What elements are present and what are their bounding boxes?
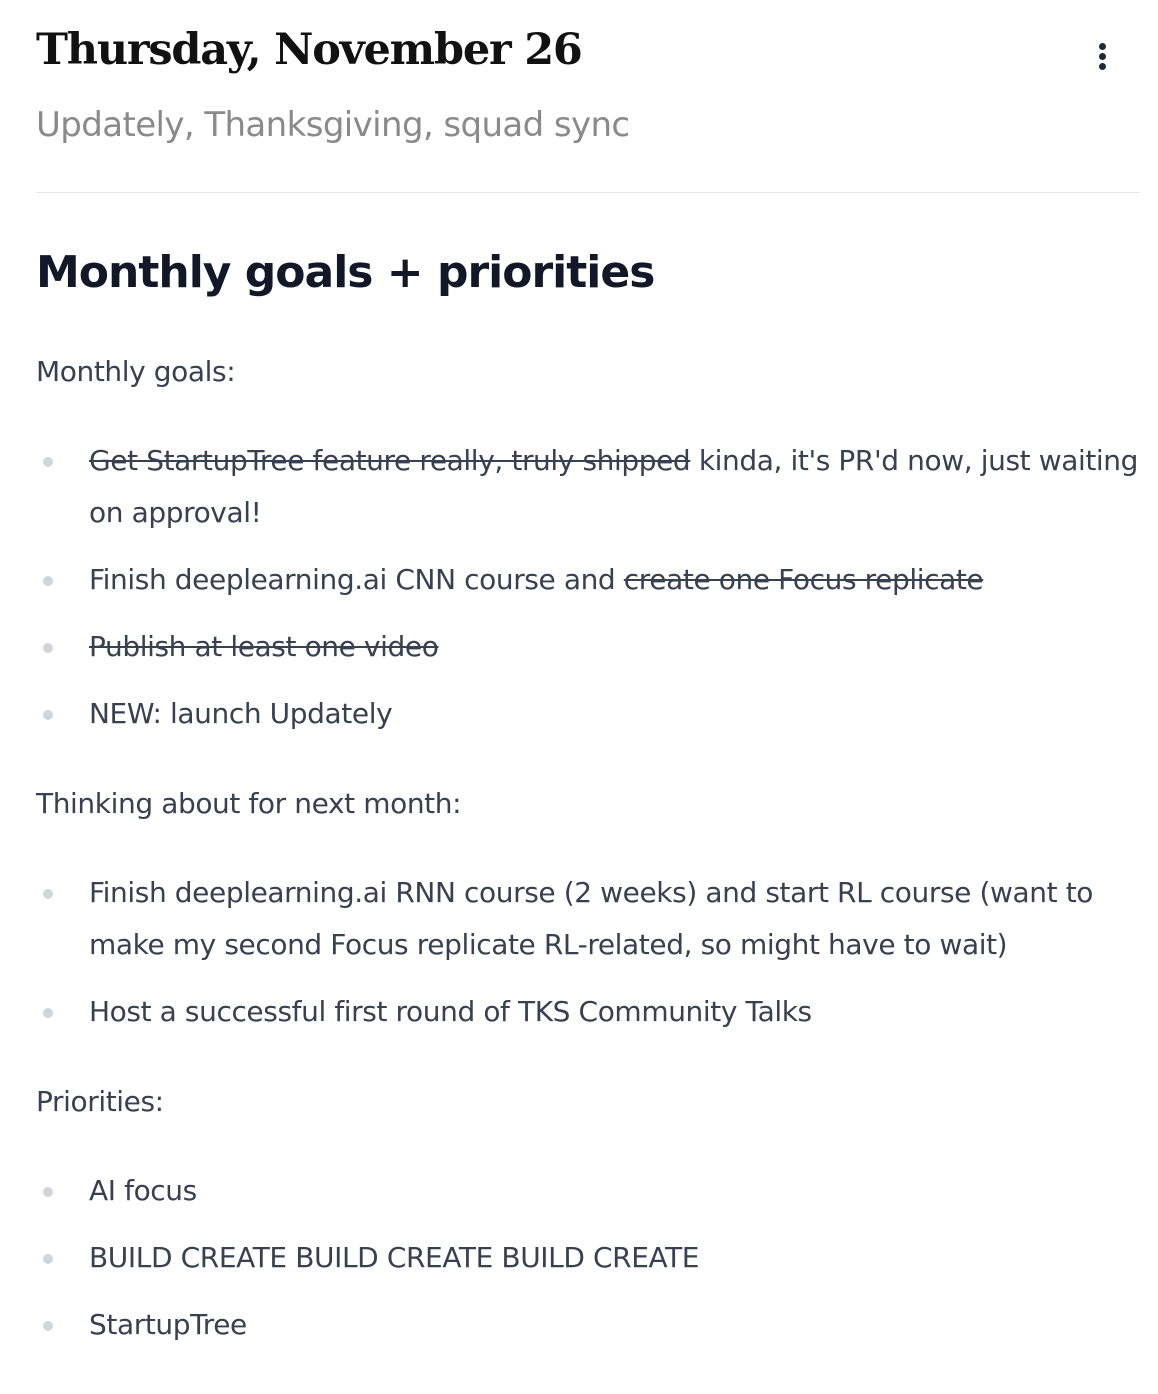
struck-text: Get StartupTree feature really, truly sh… <box>89 444 691 477</box>
list-item: Host a successful first round of TKS Com… <box>36 986 1140 1038</box>
list-item: Get StartupTree feature really, truly sh… <box>36 435 1140 539</box>
item-text: NEW: launch Updately <box>89 697 393 730</box>
update-tags-subtitle: Updately, Thanksgiving, squad sync <box>36 105 630 145</box>
next-month-list: Finish deeplearning.ai RNN course (2 wee… <box>36 867 1140 1053</box>
more-vertical-icon <box>1098 42 1106 50</box>
item-text: AI focus <box>89 1174 197 1207</box>
list-item: NEW: launch Updately <box>36 688 1140 740</box>
update-date-title: Thursday, November 26 <box>36 25 583 75</box>
priorities-label: Priorities: <box>36 1085 164 1118</box>
update-page: Thursday, November 26 Updately, Thanksgi… <box>36 0 1140 1341</box>
item-text: Host a successful first round of TKS Com… <box>89 995 812 1028</box>
struck-text: Publish at least one video <box>89 630 439 663</box>
section-heading: Monthly goals + priorities <box>36 247 655 298</box>
more-vertical-icon-dot-3 <box>1098 62 1106 70</box>
struck-text: create one Focus replicate <box>623 563 984 596</box>
list-item: BUILD CREATE BUILD CREATE BUILD CREATE <box>36 1232 1140 1284</box>
monthly-goals-label: Monthly goals: <box>36 355 236 388</box>
item-text: Finish deeplearning.ai CNN course and <box>89 563 624 596</box>
item-text: StartupTree <box>89 1308 247 1341</box>
update-header: Thursday, November 26 Updately, Thanksgi… <box>36 0 1140 193</box>
item-text: BUILD CREATE BUILD CREATE BUILD CREATE <box>89 1241 700 1274</box>
list-item: Publish at least one video <box>36 621 1140 673</box>
more-options-button[interactable] <box>1084 36 1120 76</box>
list-item: AI focus <box>36 1165 1140 1217</box>
list-item: Finish deeplearning.ai RNN course (2 wee… <box>36 867 1140 971</box>
item-text: Finish deeplearning.ai RNN course (2 wee… <box>89 876 1094 961</box>
list-item: StartupTree <box>36 1299 1140 1351</box>
list-item: Finish deeplearning.ai CNN course and cr… <box>36 554 1140 606</box>
monthly-goals-list: Get StartupTree feature really, truly sh… <box>36 435 1140 755</box>
next-month-label: Thinking about for next month: <box>36 787 462 820</box>
more-vertical-icon-dot-2 <box>1098 52 1106 60</box>
priorities-list: AI focus BUILD CREATE BUILD CREATE BUILD… <box>36 1165 1140 1366</box>
